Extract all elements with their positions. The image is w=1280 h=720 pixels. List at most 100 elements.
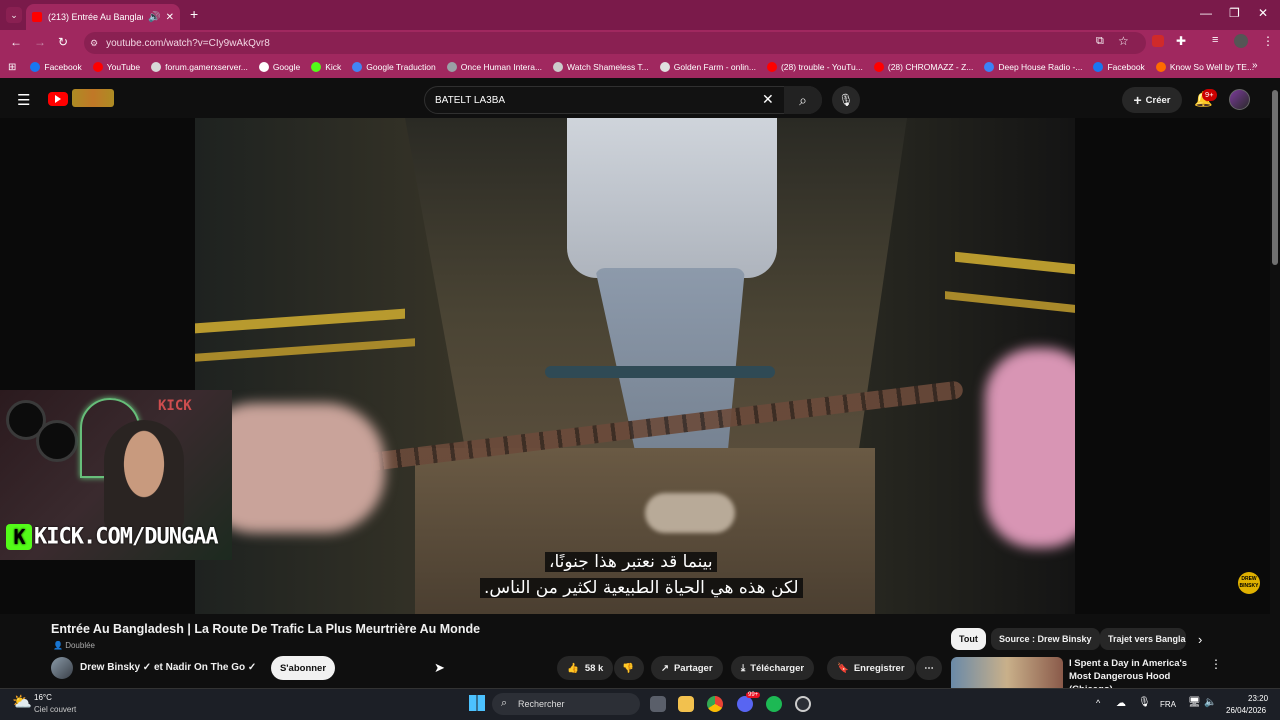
like-button[interactable]: 👍 58 k [557, 656, 613, 680]
clock-time[interactable]: 23:20 [1248, 694, 1268, 703]
file-explorer-icon[interactable] [678, 696, 694, 712]
video-player[interactable]: KICK K KICK.COM/DUNGAA بينما قد نعتبر هذا… [0, 118, 1270, 614]
windows-start-icon[interactable] [469, 695, 485, 711]
dislike-button[interactable]: 👎 [614, 656, 644, 680]
chrome-icon[interactable] [707, 696, 723, 712]
bookmark-label: Deep House Radio -... [998, 62, 1083, 72]
media-controls-icon[interactable]: ≡ [1212, 34, 1218, 46]
microphone-tray-icon[interactable]: 🎙 [1138, 697, 1151, 708]
bookmark-item[interactable]: (28) trouble - YouTu... [766, 62, 863, 72]
reload-icon[interactable]: ↻ [58, 35, 68, 49]
tab-search-button[interactable]: ⌄ [6, 7, 22, 23]
webcam-kick-sign: KICK [158, 398, 192, 414]
bookmark-star-icon[interactable]: ☆ [1118, 34, 1129, 48]
bookmark-item[interactable]: Golden Farm - onlin... [659, 62, 756, 72]
bookmark-item[interactable]: Know So Well by TE... [1155, 62, 1255, 72]
chips-next-icon[interactable]: › [1198, 632, 1202, 647]
download-button[interactable]: ⤓ Télécharger [731, 656, 815, 680]
share-button[interactable]: ↗ Partager [651, 656, 723, 680]
bookmark-item[interactable]: Google Traduction [352, 62, 436, 72]
scrollbar-thumb[interactable] [1272, 90, 1278, 265]
bookmark-item[interactable]: (28) CHROMAZZ - Z... [873, 62, 973, 72]
youtube-logo[interactable] [48, 92, 68, 106]
search-button[interactable]: ⌕ [784, 86, 822, 114]
maximize-button[interactable]: ❐ [1229, 6, 1240, 20]
hamburger-menu-icon[interactable]: ☰ [17, 91, 30, 109]
bookmark-item[interactable]: Kick [311, 62, 341, 72]
apps-grid-icon[interactable]: ⊞ [8, 62, 16, 73]
dubbed-badge: 👤 Doublée [53, 641, 95, 650]
bookmark-item[interactable]: forum.gamerxserver... [151, 62, 248, 72]
scene-person-shirt [567, 118, 777, 278]
bookmark-item[interactable]: Facebook [1093, 62, 1145, 72]
subtitle-line-1: بينما قد نعتبر هذا جنونًا، [545, 552, 717, 572]
taskbar-search-input[interactable]: ⌕ Rechercher [492, 693, 640, 715]
tray-chevron-icon[interactable]: ^ [1096, 698, 1100, 708]
task-view-icon[interactable] [650, 696, 666, 712]
extensions-puzzle-icon[interactable]: ✚ [1176, 34, 1186, 48]
scene-foot [645, 493, 735, 533]
search-text: BATELT LA3BA [435, 94, 506, 106]
save-button[interactable]: 🔖 Enregistrer [827, 656, 915, 680]
language-indicator[interactable]: FRA [1160, 700, 1176, 709]
bookmark-item[interactable]: Once Human Intera... [446, 62, 542, 72]
network-icon[interactable]: 🖥 [1188, 697, 1201, 708]
app-icon[interactable] [795, 696, 811, 712]
bookmark-favicon-icon [1093, 62, 1104, 72]
chip-source[interactable]: Source : Drew Binsky [991, 628, 1100, 650]
channel-watermark[interactable]: DREW BINSKY [1238, 572, 1260, 594]
onedrive-icon[interactable]: ☁ [1116, 698, 1126, 709]
weather-icon[interactable]: ⛅ [12, 692, 32, 712]
bookmark-favicon-icon [30, 62, 41, 72]
chrome-menu-icon[interactable]: ⋮ [1262, 34, 1274, 48]
create-button[interactable]: + Créer [1122, 87, 1182, 113]
site-info-icon[interactable]: ⚙ [90, 38, 98, 49]
minimize-button[interactable]: — [1200, 6, 1212, 20]
account-avatar[interactable] [1229, 89, 1250, 110]
streamer-person [104, 420, 184, 530]
speaker-icon[interactable]: 🔊 [148, 12, 160, 23]
channel-avatar[interactable] [51, 657, 73, 679]
youtube-doodle-icon[interactable] [72, 89, 114, 107]
close-window-button[interactable]: ✕ [1258, 6, 1268, 20]
bookmark-label: Know So Well by TE... [1169, 62, 1255, 72]
chip-route[interactable]: Trajet vers Bangla [1100, 628, 1186, 650]
bookmarks-overflow-icon[interactable]: » [1252, 60, 1258, 71]
discord-icon[interactable] [737, 696, 753, 712]
bookmark-favicon-icon [659, 62, 670, 72]
plus-icon: + [1133, 92, 1142, 108]
youtube-favicon-icon [32, 12, 42, 22]
profile-avatar[interactable] [1234, 34, 1248, 48]
recommendation-menu-icon[interactable]: ⋮ [1210, 657, 1222, 671]
browser-tab-active[interactable]: (213) Entrée Au Bangladesh 🔊 ✕ [26, 4, 180, 30]
voice-search-button[interactable]: 🎙 [832, 86, 860, 114]
clear-search-icon[interactable]: ✕ [762, 91, 774, 108]
forward-icon[interactable]: → [34, 35, 46, 49]
bookmark-item[interactable]: Google [258, 62, 300, 72]
address-bar[interactable]: ⚙ youtube.com/watch?v=CIy9wAkQvr8 [84, 32, 1146, 54]
new-tab-button[interactable]: + [190, 6, 198, 22]
more-actions-button[interactable]: ⋯ [916, 656, 942, 680]
channel-name[interactable]: Drew Binsky ✓ et Nadir On The Go ✓ [80, 662, 256, 673]
video-frame [195, 118, 1075, 614]
recommendation-thumbnail[interactable] [951, 657, 1063, 688]
bookmark-item[interactable]: YouTube [92, 62, 140, 72]
discord-badge: 99+ [746, 692, 761, 698]
bookmark-item[interactable]: Watch Shameless T... [553, 62, 649, 72]
dubbed-label: Doublée [65, 641, 95, 650]
watermark-text: DREW BINSKY [1239, 576, 1259, 589]
back-icon[interactable]: ← [10, 35, 22, 49]
bookmark-label: Google Traduction [366, 62, 436, 72]
bookmark-item[interactable]: Deep House Radio -... [984, 62, 1082, 72]
tab-close-icon[interactable]: ✕ [166, 12, 174, 23]
chip-all[interactable]: Tout [951, 628, 986, 650]
bookmark-item[interactable]: Facebook [30, 62, 82, 72]
clock-date[interactable]: 26/04/2026 [1226, 706, 1266, 715]
subscribe-button[interactable]: S'abonner [271, 656, 335, 680]
create-label: Créer [1145, 94, 1171, 106]
bookmark-favicon-icon [352, 62, 363, 72]
spotify-icon[interactable] [766, 696, 782, 712]
extension-icon[interactable] [1152, 35, 1164, 47]
install-app-icon[interactable]: ⧉ [1096, 35, 1104, 48]
volume-icon[interactable]: 🔈 [1204, 697, 1216, 708]
